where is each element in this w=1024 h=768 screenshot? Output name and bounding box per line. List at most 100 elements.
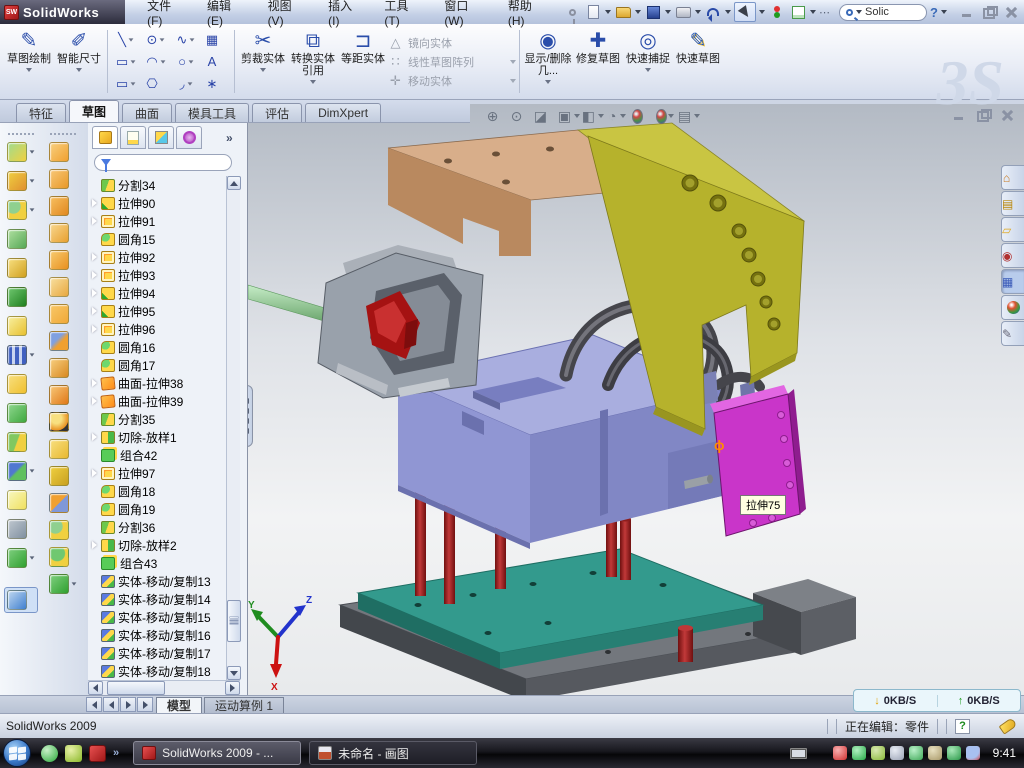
- traffic-light-icon[interactable]: [768, 3, 786, 21]
- extruded-cut-icon[interactable]: [7, 171, 35, 191]
- combine-green-icon[interactable]: [7, 403, 35, 423]
- filled-surface-icon[interactable]: [49, 277, 77, 297]
- first-tab-button[interactable]: [86, 697, 102, 712]
- expand-arrow-icon[interactable]: [90, 630, 100, 640]
- design-library-icon[interactable]: ▤: [1001, 191, 1024, 216]
- tab-mold-tools[interactable]: 模具工具: [175, 103, 249, 122]
- menu-item[interactable]: 插入(I): [316, 0, 372, 31]
- hole-wizard-icon[interactable]: [7, 316, 35, 336]
- expand-arrow-icon[interactable]: [90, 252, 100, 262]
- sync-blocked-icon[interactable]: [966, 746, 980, 760]
- tab-motion-study[interactable]: 运动算例 1: [204, 697, 284, 713]
- split-icon[interactable]: [7, 432, 35, 452]
- search-scope-dropdown-icon[interactable]: [856, 10, 862, 14]
- scroll-right-button[interactable]: [225, 681, 240, 695]
- input-method-icon[interactable]: [790, 748, 807, 759]
- extruded-boss-icon[interactable]: [7, 142, 35, 162]
- defender-icon[interactable]: [947, 746, 961, 760]
- extruded-surface-icon[interactable]: [49, 142, 77, 162]
- tree-item[interactable]: 圆角16: [88, 338, 226, 356]
- print-dropdown-icon[interactable]: [695, 10, 701, 14]
- start-button[interactable]: [3, 739, 31, 767]
- dropdown-icon[interactable]: [668, 114, 674, 118]
- select-dropdown-icon[interactable]: [759, 10, 765, 14]
- graphics-viewport[interactable]: ϕ: [248, 104, 1024, 695]
- menu-item[interactable]: 视图(V): [256, 0, 317, 31]
- scrollbar-thumb[interactable]: [107, 681, 165, 695]
- axis-icon[interactable]: [7, 519, 35, 539]
- menu-item[interactable]: 编辑(E): [195, 0, 256, 31]
- expand-arrow-icon[interactable]: [90, 270, 100, 280]
- tree-item[interactable]: 拉伸96: [88, 320, 226, 338]
- tree-item[interactable]: 切除-放样2: [88, 536, 226, 554]
- tab-dimxpert[interactable]: DimXpert: [305, 103, 381, 122]
- polygon-tool[interactable]: ⎔: [141, 73, 171, 95]
- vpn-icon[interactable]: [909, 746, 923, 760]
- close-button[interactable]: [1004, 6, 1018, 18]
- dropdown-icon[interactable]: [189, 60, 194, 63]
- dropdown-icon[interactable]: [76, 68, 82, 72]
- resources-home-icon[interactable]: ⌂: [1001, 165, 1024, 190]
- text-tool[interactable]: A: [201, 51, 231, 73]
- property-manager-tab[interactable]: [120, 126, 146, 149]
- circle-tool[interactable]: ⊙: [141, 29, 171, 51]
- expand-arrow-icon[interactable]: [90, 306, 100, 316]
- tree-item[interactable]: 分割34: [88, 176, 226, 194]
- toolbar-overflow-icon[interactable]: ⋯: [819, 6, 830, 19]
- quick-snaps-button[interactable]: ◎ 快速捕捉: [623, 26, 673, 97]
- expand-arrow-icon[interactable]: [90, 198, 100, 208]
- expand-arrow-icon[interactable]: [90, 576, 100, 586]
- dropdown-icon[interactable]: [160, 38, 165, 41]
- taskbar-clock[interactable]: 9:41: [993, 746, 1016, 760]
- tree-item[interactable]: 实体-移动/复制13: [88, 572, 226, 590]
- zoom-fit-icon[interactable]: ⊕: [488, 107, 506, 125]
- expand-arrow-icon[interactable]: [90, 504, 100, 514]
- expand-arrow-icon[interactable]: [90, 594, 100, 604]
- quicklaunch-overflow-chevron[interactable]: »: [113, 747, 119, 759]
- tree-item[interactable]: 组合43: [88, 554, 226, 572]
- expand-arrow-icon[interactable]: [90, 414, 100, 424]
- rapid-sketch-button[interactable]: ✎ 快速草图: [673, 26, 723, 97]
- dropdown-icon[interactable]: [694, 114, 700, 118]
- revolved-surface-icon[interactable]: [49, 169, 77, 189]
- expand-arrow-icon[interactable]: [90, 558, 100, 568]
- dropdown-icon[interactable]: [30, 150, 35, 153]
- tree-item[interactable]: 圆角18: [88, 482, 226, 500]
- display-style-icon[interactable]: ◧: [584, 107, 602, 125]
- ellipse-tool[interactable]: ○: [171, 51, 201, 73]
- update-icon[interactable]: [871, 746, 885, 760]
- feature-manager-tab[interactable]: [92, 126, 118, 149]
- apply-scene-icon[interactable]: [656, 107, 674, 125]
- tab-features[interactable]: 特征: [16, 103, 66, 122]
- move-entities-button[interactable]: ✛ 移动实体: [388, 73, 516, 89]
- expand-arrow-icon[interactable]: [90, 432, 100, 442]
- measure-icon[interactable]: [4, 587, 38, 613]
- expand-arrow-icon[interactable]: [90, 324, 100, 334]
- thicken-icon[interactable]: [49, 520, 77, 540]
- dropdown-icon[interactable]: [620, 114, 626, 118]
- tree-item[interactable]: 拉伸90: [88, 194, 226, 212]
- options-dropdown-icon[interactable]: [810, 10, 816, 14]
- search-input[interactable]: Solic: [839, 4, 927, 21]
- boss-icon[interactable]: [7, 258, 35, 278]
- save-icon[interactable]: [644, 3, 662, 21]
- restore-button[interactable]: [982, 6, 996, 18]
- delete-face-icon[interactable]: [49, 412, 77, 432]
- tree-item[interactable]: 分割35: [88, 410, 226, 428]
- dropdown-icon[interactable]: [30, 469, 35, 472]
- last-tab-button[interactable]: [137, 697, 153, 712]
- new-dropdown-icon[interactable]: [605, 10, 611, 14]
- expand-arrow-icon[interactable]: [90, 180, 100, 190]
- messenger-icon[interactable]: [41, 745, 58, 762]
- offset-entities-button[interactable]: ⊐ 等距实体: [338, 26, 388, 97]
- quick-tips-icon[interactable]: ?: [955, 719, 970, 734]
- dropdown-icon[interactable]: [510, 79, 516, 83]
- view-settings-icon[interactable]: ▤: [680, 107, 698, 125]
- expand-arrow-icon[interactable]: [90, 648, 100, 658]
- expand-arrow-icon[interactable]: [90, 360, 100, 370]
- tab-model[interactable]: 模型: [156, 697, 202, 713]
- dome-icon[interactable]: [49, 547, 77, 567]
- red-pin-part[interactable]: [678, 625, 693, 662]
- boundary-surface-icon[interactable]: [49, 223, 77, 243]
- view-palette-icon[interactable]: ▦: [1001, 269, 1024, 294]
